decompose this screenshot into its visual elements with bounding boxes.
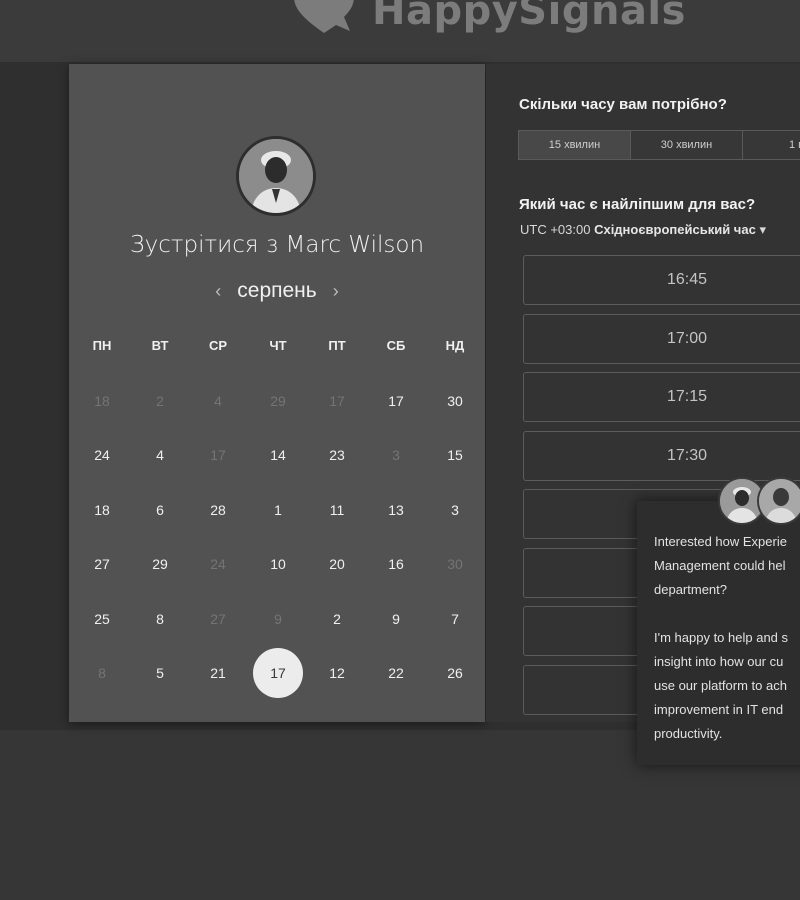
weekday-header: ПН ВТ СР ЧТ ПТ СБ НД: [69, 338, 485, 358]
time-question: Який час є найліпшим для вас?: [519, 196, 756, 213]
duration-question: Скільки часу вам потрібно?: [519, 96, 727, 113]
calendar-day[interactable]: 17: [371, 376, 421, 426]
calendar-day[interactable]: 3: [430, 485, 480, 535]
calendar-day[interactable]: 30: [430, 539, 480, 589]
calendar-day[interactable]: 12: [312, 648, 362, 698]
weekday-label: ПН: [92, 338, 112, 353]
calendar-day[interactable]: 18: [77, 485, 127, 535]
calendar-day[interactable]: 25: [77, 594, 127, 644]
time-slot-button[interactable]: 17:15: [523, 372, 800, 422]
calendar-day[interactable]: 17: [312, 376, 362, 426]
calendar-day[interactable]: 29: [135, 539, 185, 589]
calendar-day[interactable]: 9: [371, 594, 421, 644]
time-slot-label: 16:45: [666, 271, 708, 288]
duration-option[interactable]: 30 хвилин: [630, 130, 743, 160]
calendar-day[interactable]: 28: [193, 485, 243, 535]
calendar-day[interactable]: 27: [193, 594, 243, 644]
month-navigator: ‹ серпень ›: [69, 279, 485, 303]
top-bar: HappySignals: [0, 0, 800, 62]
caret-down-icon: ▾: [759, 222, 766, 237]
chat-message-line: improvement in IT end: [654, 702, 784, 717]
time-slot-button[interactable]: 16:45: [523, 255, 800, 305]
calendar-day[interactable]: 2: [135, 376, 185, 426]
calendar-day[interactable]: 2: [312, 594, 362, 644]
calendar-day[interactable]: 21: [193, 648, 243, 698]
brand-name: HappySignals: [372, 0, 686, 34]
duration-option[interactable]: 1 го: [742, 130, 800, 160]
calendar-day[interactable]: 7: [430, 594, 480, 644]
calendar-day[interactable]: 3: [371, 430, 421, 480]
brand-logo[interactable]: HappySignals: [288, 0, 686, 48]
weekday-label: СР: [208, 338, 228, 353]
calendar-day[interactable]: 6: [135, 485, 185, 535]
time-slot-button[interactable]: 17:00: [523, 313, 800, 364]
chat-message-line: insight into how our cu: [654, 654, 784, 669]
calendar-day[interactable]: 14: [253, 430, 303, 480]
person-icon: [759, 479, 800, 523]
chevron-left-icon[interactable]: ‹: [215, 281, 221, 302]
calendar-day[interactable]: 9: [253, 594, 303, 644]
timezone-name: Східноєвропейський час: [594, 222, 756, 237]
calendar-day[interactable]: 24: [193, 539, 243, 589]
heart-speech-icon: [294, 0, 354, 33]
time-slot-label: 17:00: [666, 329, 708, 347]
agent-avatar[interactable]: [757, 477, 800, 525]
weekday-label: СБ: [386, 338, 406, 353]
chat-popup[interactable]: Interested how Experie Management could h…: [637, 501, 800, 765]
calendar-day[interactable]: 4: [135, 430, 185, 480]
calendar-day[interactable]: 1: [253, 485, 303, 535]
calendar-day[interactable]: 29: [253, 376, 303, 426]
chevron-right-icon[interactable]: ›: [333, 281, 339, 302]
calendar-panel: Зустрітися з Marc Wilson ‹ серпень › ПН В…: [69, 64, 485, 722]
person-icon: [239, 139, 313, 213]
calendar-day[interactable]: 26: [430, 648, 480, 698]
time-slot-label: 17:30: [666, 446, 708, 464]
timezone-offset: UTC +03:00: [520, 222, 591, 237]
calendar-day[interactable]: 22: [371, 648, 421, 698]
time-slot-button[interactable]: 17:30: [523, 430, 800, 481]
calendar-day[interactable]: 20: [312, 539, 362, 589]
chat-message-line: productivity.: [654, 726, 723, 741]
time-slot-label: 17:15: [666, 388, 708, 405]
duration-selector: 15 хвилин30 хвилин1 го: [518, 130, 800, 160]
calendar-day[interactable]: 5: [135, 648, 185, 698]
chat-message-line: Interested how Experie: [654, 534, 787, 549]
month-label: серпень: [237, 279, 317, 302]
weekday-label: ПТ: [328, 338, 346, 353]
chat-message-line: I'm happy to help and s: [654, 630, 789, 645]
calendar-day[interactable]: 15: [430, 430, 480, 480]
weekday-label: НД: [445, 338, 465, 353]
calendar-day-selected[interactable]: 17: [253, 648, 303, 698]
chat-message-line: department?: [654, 582, 727, 597]
host-avatar: [236, 136, 316, 216]
calendar-day[interactable]: 24: [77, 430, 127, 480]
calendar-day[interactable]: 23: [312, 430, 362, 480]
calendar-day[interactable]: 4: [193, 376, 243, 426]
timezone-selector[interactable]: UTC +03:00 Східноєвропейський час ▾: [520, 222, 766, 238]
calendar-day[interactable]: 18: [77, 376, 127, 426]
calendar-day[interactable]: 8: [135, 594, 185, 644]
chat-message-line: use our platform to ach: [654, 678, 787, 693]
calendar-day[interactable]: 11: [312, 485, 362, 535]
calendar-day[interactable]: 10: [253, 539, 303, 589]
calendar-day[interactable]: 17: [193, 430, 243, 480]
duration-option[interactable]: 15 хвилин: [518, 130, 631, 160]
calendar-day[interactable]: 13: [371, 485, 421, 535]
calendar-day[interactable]: 30: [430, 376, 480, 426]
chat-message-line: Management could hel: [654, 558, 786, 573]
weekday-label: ЧТ: [269, 338, 287, 353]
calendar-day[interactable]: 16: [371, 539, 421, 589]
page-title: Зустрітися з Marc Wilson: [129, 232, 425, 258]
calendar-day[interactable]: 27: [77, 539, 127, 589]
weekday-label: ВТ: [151, 338, 169, 353]
calendar-day[interactable]: 8: [77, 648, 127, 698]
